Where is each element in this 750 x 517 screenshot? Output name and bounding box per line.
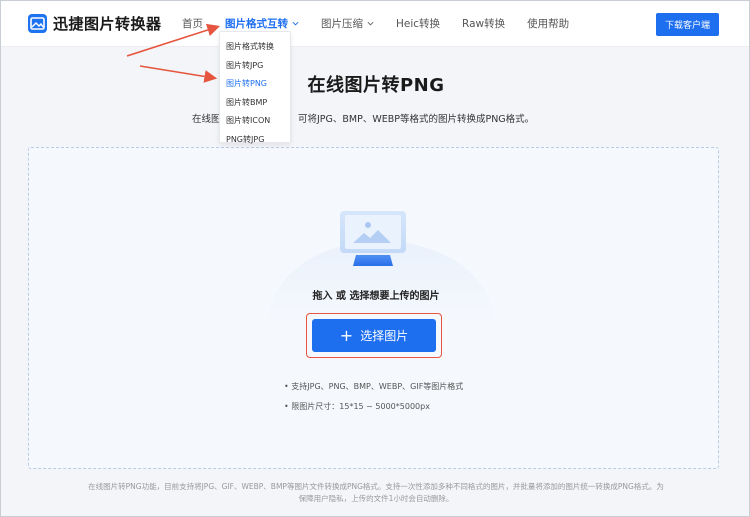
nav-item-label: 使用帮助	[527, 18, 570, 30]
page-title: 在线图片转PNG	[307, 75, 445, 96]
nav-item-label: 首页	[182, 18, 203, 30]
size-hint: • 限图片尺寸：15*15 ~ 5000*5000px	[284, 402, 430, 411]
dropdown-item-format-convert[interactable]: 图片格式转换	[220, 38, 290, 57]
dropdown-item-to-icon[interactable]: 图片转ICON	[220, 112, 290, 131]
footer-line: 在线图片转PNG功能，目前支持将JPG、GIF、WEBP、BMP等图片文件转换成…	[88, 482, 664, 491]
page-frame: 迅捷图片转换器 首页 图片格式互转 图片压缩 Heic转换 Raw转换 使用帮助	[0, 0, 750, 517]
chevron-down-icon	[292, 21, 299, 26]
page-subtitle-start: 在线图	[192, 114, 221, 125]
dropdown-item-to-bmp[interactable]: 图片转BMP	[220, 94, 290, 113]
dropdown-item-to-png[interactable]: 图片转PNG	[220, 75, 290, 94]
nav-item-label: 图片压缩	[321, 18, 363, 30]
nav-item-label: Heic转换	[396, 18, 441, 30]
nav-item-help[interactable]: 使用帮助	[527, 16, 569, 31]
main-nav: 首页 图片格式互转 图片压缩 Heic转换 Raw转换 使用帮助	[182, 16, 591, 31]
nav-item-compress[interactable]: 图片压缩	[321, 16, 374, 31]
page-subtitle: 可将JPG、BMP、WEBP等格式的图片转换成PNG格式。	[298, 114, 535, 125]
select-image-label: 选择图片	[360, 329, 409, 343]
format-dropdown-menu: 图片格式转换 图片转JPG 图片转PNG 图片转BMP 图片转ICON PNG转…	[219, 31, 291, 144]
nav-item-home[interactable]: 首页	[182, 16, 203, 31]
drop-instruction: 拖入 或 选择想要上传的图片	[312, 291, 440, 302]
format-hint: • 支持JPG、PNG、BMP、WEBP、GIF等图片格式	[284, 382, 464, 391]
dropdown-item-png-to-jpg[interactable]: PNG转JPG	[220, 131, 290, 150]
nav-item-raw[interactable]: Raw转换	[462, 16, 505, 31]
nav-item-label: Raw转换	[462, 18, 506, 30]
chevron-down-icon	[367, 21, 374, 26]
dropdown-item-to-jpg[interactable]: 图片转JPG	[220, 57, 290, 76]
logo-text: 迅捷图片转换器	[53, 15, 162, 33]
plus-icon: +	[339, 325, 354, 345]
top-header: 迅捷图片转换器 首页 图片格式互转 图片压缩 Heic转换 Raw转换 使用帮助	[1, 1, 749, 47]
download-client-button[interactable]: 下载客户端	[656, 13, 719, 36]
logo[interactable]: 迅捷图片转换器	[28, 13, 162, 34]
upload-image-icon	[340, 211, 406, 266]
select-image-button[interactable]: + 选择图片	[312, 319, 436, 352]
image-logo-icon	[28, 14, 47, 33]
nav-item-heic[interactable]: Heic转换	[396, 16, 440, 31]
nav-item-format-convert[interactable]: 图片格式互转	[225, 16, 299, 31]
nav-item-label: 图片格式互转	[225, 18, 288, 30]
footer-line: 保障用户隐私，上传的文件1小时会自动删除。	[298, 494, 454, 503]
footer-description: 在线图片转PNG功能，目前支持将JPG、GIF、WEBP、BMP等图片文件转换成…	[61, 481, 691, 505]
